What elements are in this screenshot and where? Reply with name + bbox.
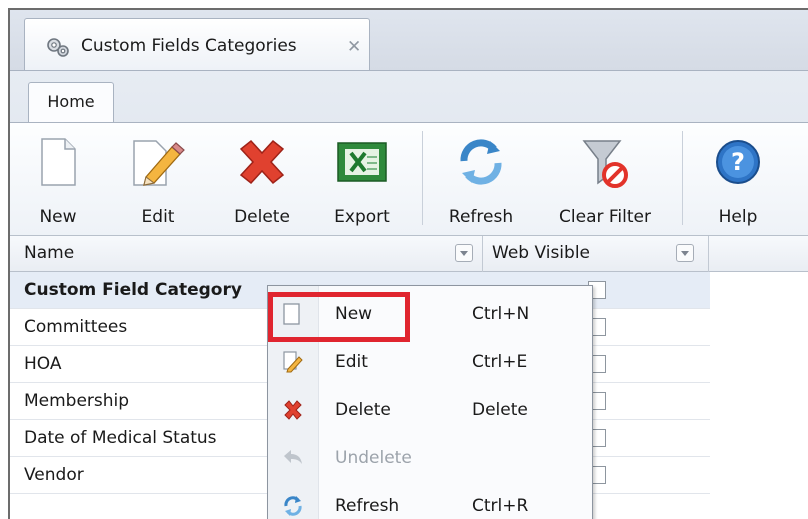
context-menu-shortcut: Ctrl+N: [472, 304, 530, 324]
ribbon-home-panel: New Edit Delete Export Refresh Clear Fil…: [10, 122, 808, 236]
gears-icon: [45, 36, 71, 63]
red-x-icon: [282, 399, 304, 426]
excel-export-icon: [335, 137, 389, 192]
context-menu-item-undelete[interactable]: Undelete: [268, 434, 594, 482]
new-button-label: New: [39, 207, 77, 227]
context-menu-shortcut: Delete: [472, 400, 528, 420]
clear-filter-button[interactable]: Clear Filter: [545, 123, 665, 235]
help-icon: ?: [713, 137, 763, 192]
context-menu-shortcut: Ctrl+R: [472, 496, 529, 516]
column-header-name[interactable]: Name: [24, 236, 74, 272]
document-tab-bar: Custom Fields Categories ✕: [10, 10, 808, 70]
ribbon: Home New Edit Delete Export Refresh Clea…: [10, 70, 808, 236]
row-name: Vendor: [24, 465, 84, 485]
export-button-label: Export: [334, 207, 390, 227]
row-name: HOA: [24, 354, 62, 374]
web-visible-filter-dropdown-icon[interactable]: [676, 244, 694, 262]
app-window: Custom Fields Categories ✕ Home New Edit…: [8, 8, 808, 519]
document-tab-custom-fields-categories[interactable]: Custom Fields Categories ✕: [24, 18, 370, 70]
help-button[interactable]: ? Help: [700, 123, 776, 235]
row-name: Membership: [24, 391, 130, 411]
context-menu-item-label: Undelete: [335, 448, 412, 468]
row-name: Committees: [24, 317, 128, 337]
edit-pencil-icon: [130, 137, 186, 192]
svg-text:?: ?: [731, 148, 745, 176]
context-menu-item-label: Edit: [335, 352, 368, 372]
row-name: Custom Field Category: [24, 280, 242, 300]
context-menu-item-label: Refresh: [335, 496, 400, 516]
delete-x-icon: [235, 137, 289, 192]
context-menu-shortcut: Ctrl+E: [472, 352, 528, 372]
document-tab-title: Custom Fields Categories: [81, 36, 297, 56]
column-header-web-visible[interactable]: Web Visible: [492, 236, 590, 272]
delete-button-label: Delete: [234, 207, 290, 227]
undo-arrow-icon: [282, 447, 304, 474]
help-button-label: Help: [718, 207, 758, 227]
refresh-icon: [282, 495, 304, 519]
clear-filter-button-label: Clear Filter: [559, 207, 651, 227]
refresh-icon: [456, 137, 506, 192]
new-document-icon: [38, 137, 78, 192]
column-divider: [708, 236, 709, 272]
ribbon-tab-home[interactable]: Home: [28, 82, 114, 123]
context-menu-item-edit[interactable]: Edit Ctrl+E: [268, 338, 594, 386]
grid-header: Name Web Visible: [10, 235, 808, 272]
edit-button[interactable]: Edit: [122, 123, 194, 235]
refresh-button-label: Refresh: [448, 207, 514, 227]
context-menu-item-refresh[interactable]: Refresh Ctrl+R: [268, 482, 594, 519]
ribbon-separator: [682, 131, 683, 225]
edit-button-label: Edit: [141, 207, 175, 227]
clear-filter-icon: [580, 137, 630, 194]
close-tab-icon[interactable]: ✕: [347, 37, 361, 57]
ribbon-separator: [422, 131, 423, 225]
delete-button[interactable]: Delete: [222, 123, 302, 235]
context-menu-item-delete[interactable]: Delete Delete: [268, 386, 594, 434]
new-button[interactable]: New: [22, 123, 94, 235]
context-menu-item-label: Delete: [335, 400, 391, 420]
pencil-icon: [282, 351, 304, 378]
column-divider: [482, 236, 483, 272]
refresh-button[interactable]: Refresh: [435, 123, 527, 235]
highlight-box: [268, 292, 410, 342]
row-name: Date of Medical Status: [24, 428, 217, 448]
export-button[interactable]: Export: [322, 123, 402, 235]
name-filter-dropdown-icon[interactable]: [455, 244, 473, 262]
